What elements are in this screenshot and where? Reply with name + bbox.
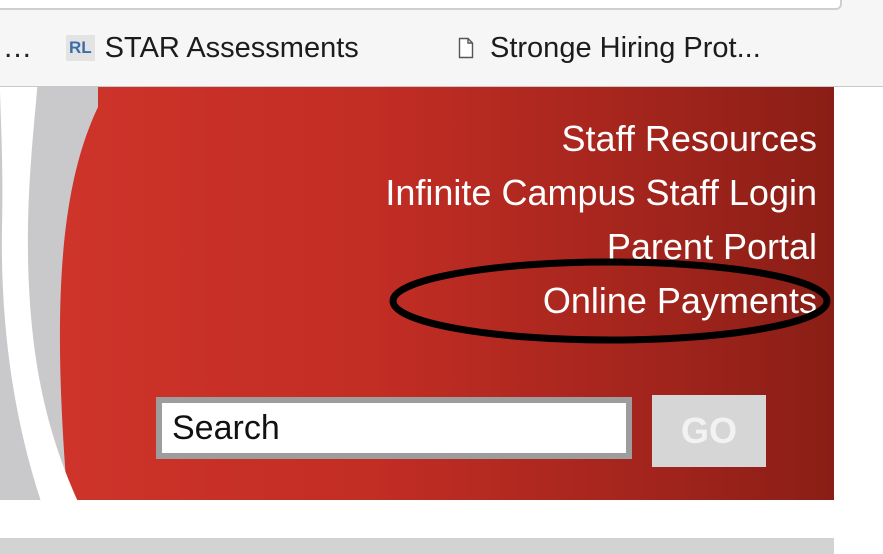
rl-favicon-icon: RL <box>66 35 95 61</box>
bookmark-star-assessments[interactable]: RL STAR Assessments <box>66 28 359 68</box>
content-divider <box>0 538 834 554</box>
bookmark-label: Stronge Hiring Prot... <box>490 31 761 64</box>
infinite-campus-login-link[interactable]: Infinite Campus Staff Login <box>177 166 817 220</box>
page-icon <box>458 37 474 59</box>
staff-links: Staff Resources Infinite Campus Staff Lo… <box>177 112 817 328</box>
staff-resources-link[interactable]: Staff Resources <box>177 112 817 166</box>
go-button[interactable]: GO <box>652 395 766 467</box>
bookmark-label: STAR Assessments <box>104 31 359 64</box>
search-input[interactable] <box>156 397 632 459</box>
bookmarks-bar: ... RL STAR Assessments Stronge Hiring P… <box>0 0 883 87</box>
parent-portal-link[interactable]: Parent Portal <box>177 220 817 274</box>
logo-swoosh <box>0 87 98 500</box>
bookmark-stronge-hiring[interactable]: Stronge Hiring Prot... <box>458 28 761 68</box>
online-payments-link[interactable]: Online Payments <box>177 274 817 328</box>
address-bar-edge <box>0 0 842 10</box>
bookmarks-overflow[interactable]: ... <box>4 28 32 68</box>
